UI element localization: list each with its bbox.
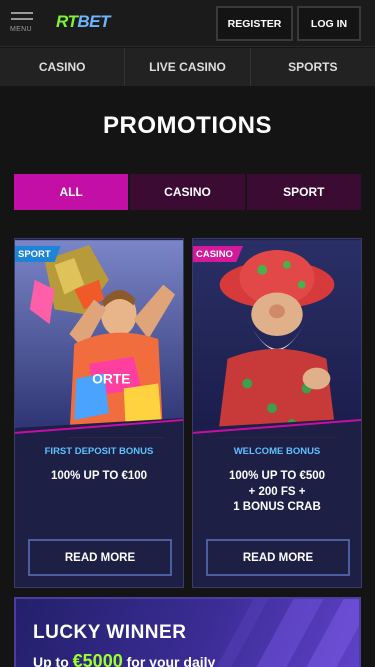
nav-item-live-casino[interactable]: LIVE CASINO xyxy=(125,48,251,86)
banner-sub-prefix: Up to xyxy=(33,654,69,667)
login-button[interactable]: LOG IN xyxy=(297,6,361,41)
promo-description-line: 1 BONUS CRAB xyxy=(233,501,321,513)
promo-filter-tabs: ALL CASINO SPORT xyxy=(14,174,361,210)
filter-tab-sport[interactable]: SPORT xyxy=(246,174,361,210)
rtbet-logo[interactable]: RTBET xyxy=(56,12,110,32)
promo-image-casino-character xyxy=(193,240,361,438)
filter-tab-all[interactable]: ALL xyxy=(14,174,129,210)
category-nav: CASINO LIVE CASINO SPORTS xyxy=(0,48,375,86)
logo-part-rt: RT xyxy=(56,12,78,31)
menu-label: MENU xyxy=(10,26,32,33)
promo-title: WELCOME BONUS xyxy=(233,446,321,457)
read-more-button[interactable]: READ MORE xyxy=(28,539,172,576)
svg-text:ORTE: ORTE xyxy=(92,370,130,386)
hamburger-bar xyxy=(11,18,33,20)
banner-sub-suffix: for your daily xyxy=(126,654,216,667)
register-button[interactable]: REGISTER xyxy=(216,6,293,41)
promo-badge-casino: CASINO xyxy=(193,246,243,262)
nav-item-sports[interactable]: SPORTS xyxy=(251,48,375,86)
promo-title: FIRST DEPOSIT BONUS xyxy=(44,446,154,457)
promo-image-sport-player: ORTE xyxy=(15,240,183,438)
hamburger-menu-icon xyxy=(11,12,33,14)
banner-title: LUCKY WINNER xyxy=(33,622,187,643)
logo-part-bet: BET xyxy=(77,12,110,31)
promo-card-sport: ORTE SPORT FIRST DEPOSIT BONUS 100% UP T… xyxy=(14,238,184,588)
promo-description-line: 100% UP TO €500 xyxy=(228,470,326,482)
banner-amount: €5000 xyxy=(72,651,123,667)
nav-item-casino[interactable]: CASINO xyxy=(0,48,126,86)
banner-subtitle: Up to €5000 for your daily xyxy=(33,651,215,667)
menu-button[interactable]: MENU xyxy=(10,12,36,34)
promo-description-line: + 200 FS + xyxy=(248,485,306,498)
top-header: MENU RTBET REGISTER LOG IN xyxy=(0,0,375,47)
promo-description: 100% UP TO €500 + 200 FS + 1 BONUS CRAB xyxy=(193,469,361,516)
page-title: PROMOTIONS xyxy=(102,112,272,139)
promo-description: 100% UP TO €100 xyxy=(15,469,183,485)
promo-badge-sport: SPORT xyxy=(15,246,61,262)
promo-description-line: 100% UP TO €100 xyxy=(50,470,148,482)
promo-card-casino: CASINO WELCOME BONUS 100% UP TO €500 + 2… xyxy=(192,238,362,588)
read-more-button[interactable]: READ MORE xyxy=(206,539,350,576)
lucky-winner-banner[interactable]: LUCKY WINNER Up to €5000 for your daily xyxy=(14,597,361,667)
filter-tab-casino[interactable]: CASINO xyxy=(130,174,245,210)
